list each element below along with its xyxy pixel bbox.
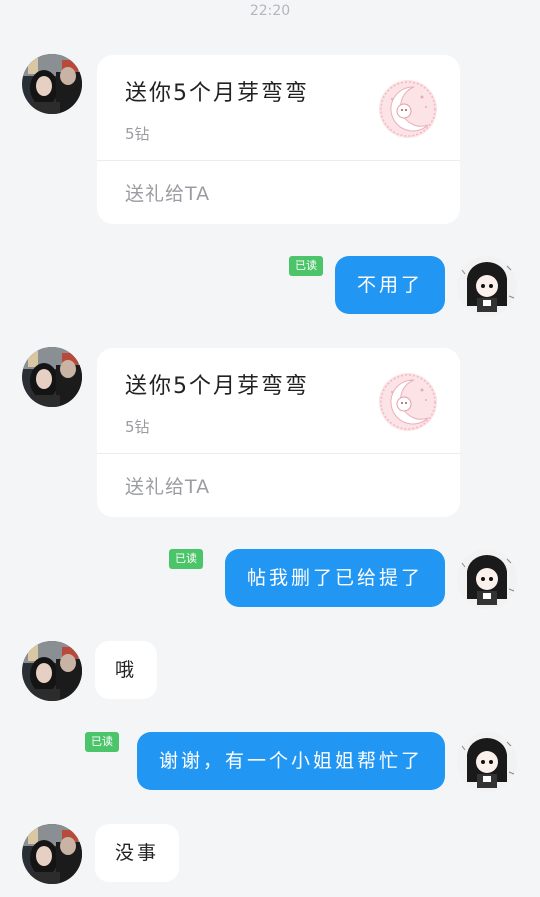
gift-message-card[interactable]: 送你5个月芽弯弯 5钻 送礼给TA [97,55,460,224]
avatar-photo-icon [22,824,82,884]
sender-avatar[interactable] [22,641,82,701]
sender-avatar[interactable] [22,54,82,114]
gift-price: 5钻 [125,125,150,143]
send-gift-back-link[interactable]: 送礼给TA [125,472,210,499]
read-badge: 已读 [169,549,203,569]
outgoing-message-bubble[interactable]: 帖我删了已给提了 [224,549,445,607]
crescent-moon-icon [378,372,438,432]
outgoing-message-bubble[interactable]: 谢谢，有一个小姐姐帮忙了 [136,732,445,790]
sender-avatar[interactable] [22,824,82,884]
my-avatar[interactable] [457,732,517,792]
anime-girl-avatar-icon [457,549,517,609]
incoming-message-bubble[interactable]: 哦 [95,641,158,699]
outgoing-message-bubble[interactable]: 不用了 [334,256,445,314]
avatar-photo-icon [22,347,82,407]
anime-girl-avatar-icon [457,732,517,792]
sender-avatar[interactable] [22,347,82,407]
read-badge: 已读 [85,732,119,752]
gift-message-card[interactable]: 送你5个月芽弯弯 5钻 送礼给TA [97,348,460,517]
send-gift-back-link[interactable]: 送礼给TA [125,179,210,206]
divider [97,160,460,161]
incoming-message-bubble[interactable]: 没事 [95,824,180,882]
divider [97,453,460,454]
my-avatar[interactable] [457,256,517,316]
my-avatar[interactable] [457,549,517,609]
anime-girl-avatar-icon [457,256,517,316]
gift-title: 送你5个月芽弯弯 [125,374,309,399]
avatar-photo-icon [22,54,82,114]
gift-title: 送你5个月芽弯弯 [125,81,309,106]
avatar-photo-icon [22,641,82,701]
read-badge: 已读 [289,256,323,276]
timestamp: 22:20 [249,3,291,19]
gift-price: 5钻 [125,418,150,436]
crescent-moon-icon [378,79,438,139]
